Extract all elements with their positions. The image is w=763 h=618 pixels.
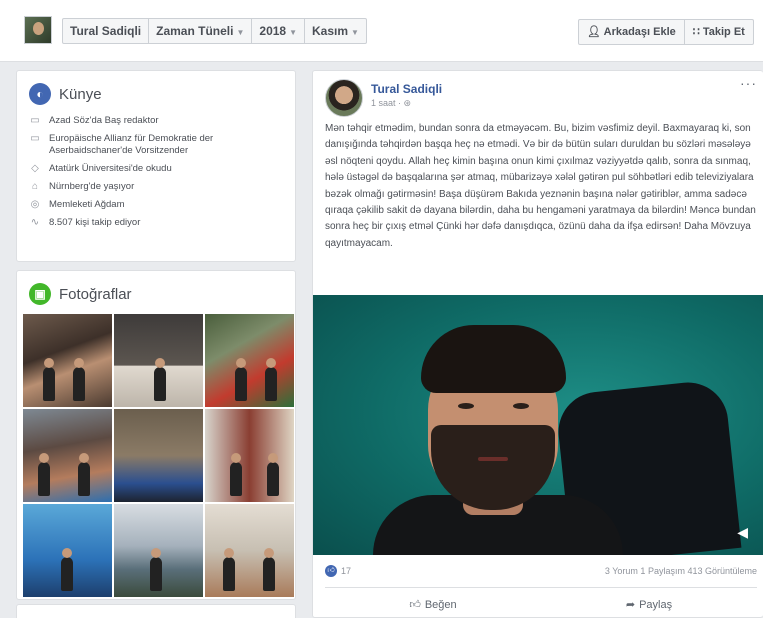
like-button[interactable]: 👍︎ Beğen — [325, 595, 541, 615]
intro-item: ⌂ Nürnberg'de yaşıyor — [29, 181, 283, 193]
intro-item: ∿ 8.507 kişi takip ediyor — [29, 217, 283, 229]
post-author-name[interactable]: Tural Sadiqli — [371, 82, 442, 96]
breadcrumb-profile-name[interactable]: Tural Sadiqli — [63, 19, 150, 43]
engagement-stats[interactable]: 3 Yorum 1 Paylaşım 413 Görüntüleme — [605, 566, 757, 576]
more-options-icon[interactable]: ··· — [740, 75, 757, 91]
intro-card: ◐ Künye ▭ Azad Söz'da Baş redaktor ▭ Europ… — [16, 70, 296, 262]
post-time-text: 1 saat — [371, 98, 396, 108]
timeline-breadcrumb: Tural Sadiqli Zaman Tüneli ▼ 2018 ▼ Kasım ▼ — [62, 18, 367, 44]
briefcase-icon: ▭ — [30, 133, 40, 144]
intro-item: ▭ Europäische Allianz für Demokratie der … — [29, 133, 283, 157]
globe-icon: ◐ — [29, 83, 51, 105]
intro-item-text[interactable]: Azad Söz'da Baş redaktor — [49, 115, 159, 127]
post-stats: 👍︎ 17 3 Yorum 1 Paylaşım 413 Görüntüleme — [325, 565, 757, 581]
intro-item-text[interactable]: 8.507 kişi takip ediyor — [49, 217, 140, 229]
photo-thumbnail[interactable] — [23, 314, 112, 407]
timeline-label: Zaman Tüneli — [156, 24, 234, 38]
share-button[interactable]: ➦ Paylaş — [541, 595, 757, 615]
add-person-icon: 👤︎ — [587, 26, 601, 38]
profile-topbar: Tural Sadiqli Zaman Tüneli ▼ 2018 ▼ Kasım ▼… — [0, 0, 763, 62]
photo-thumbnail[interactable] — [205, 314, 294, 407]
photo-thumbnail[interactable] — [205, 409, 294, 502]
photo-grid — [23, 314, 294, 597]
chevron-down-icon: ▼ — [236, 28, 245, 37]
intro-header: ◐ Künye — [17, 71, 295, 113]
like-label: Beğen — [424, 599, 457, 611]
add-friend-button[interactable]: 👤︎ Arkadaşı Ekle — [579, 20, 685, 44]
profile-actions: 👤︎ Arkadaşı Ekle ∷ Takip Et — [578, 19, 754, 45]
profile-avatar[interactable] — [24, 16, 52, 44]
add-friend-label: Arkadaşı Ekle — [603, 26, 676, 38]
post-body-text: Mən təhqir etmədim, bundan sonra da etmə… — [325, 123, 756, 249]
photo-thumbnail[interactable] — [23, 504, 112, 597]
timeline-dropdown[interactable]: Zaman Tüneli ▼ — [149, 19, 253, 43]
like-count[interactable]: 17 — [341, 566, 351, 576]
video-frame-mouth — [478, 457, 508, 461]
divider — [325, 587, 757, 588]
photo-thumbnail[interactable] — [23, 409, 112, 502]
chevron-down-icon: ▼ — [351, 28, 359, 37]
intro-item: ◇ Atatürk Üniversitesi'de okudu — [29, 163, 283, 175]
intro-item-text[interactable]: Atatürk Üniversitesi'de okudu — [49, 163, 172, 175]
timeline-post: Tural Sadiqli 1 saat · ⊛ ··· Mən təhqir … — [312, 70, 763, 618]
photo-thumbnail[interactable] — [114, 504, 203, 597]
video-frame-eye — [513, 403, 529, 409]
follow-label: Takip Et — [702, 26, 745, 38]
intro-title: Künye — [59, 85, 102, 103]
intro-item: ▭ Azad Söz'da Baş redaktor — [29, 115, 283, 127]
post-actions: 👍︎ Beğen ➦ Paylaş — [325, 595, 757, 615]
video-player[interactable]: ◀︎ — [313, 295, 763, 555]
photo-thumbnail[interactable] — [205, 504, 294, 597]
graduation-cap-icon: ◇ — [31, 163, 39, 174]
next-card-edge — [16, 604, 296, 618]
post-author-avatar[interactable] — [325, 79, 363, 117]
photo-thumbnail[interactable] — [114, 409, 203, 502]
photos-title[interactable]: Fotoğraflar — [59, 286, 132, 303]
briefcase-icon: ▭ — [30, 115, 40, 126]
intro-item-text[interactable]: Memleketi Ağdam — [49, 199, 125, 211]
intro-list: ▭ Azad Söz'da Baş redaktor ▭ Europäische A… — [17, 113, 295, 229]
photo-icon: ▣ — [29, 283, 51, 305]
intro-item-text[interactable]: Nürnberg'de yaşıyor — [49, 181, 134, 193]
location-pin-icon: ◎ — [30, 199, 40, 210]
year-label: 2018 — [259, 24, 287, 38]
share-icon: ➦ — [625, 599, 636, 611]
month-dropdown[interactable]: Kasım ▼ — [305, 19, 366, 43]
rss-icon: ∷ — [692, 26, 700, 38]
intro-item-text[interactable]: Europäische Allianz für Demokratie der A… — [49, 133, 283, 157]
like-reaction-icon[interactable]: 👍︎ — [325, 565, 337, 577]
globe-icon: ⊛ — [403, 98, 412, 108]
rss-icon: ∿ — [30, 217, 40, 228]
follow-button[interactable]: ∷ Takip Et — [685, 20, 753, 44]
photos-card: ▣ Fotoğraflar — [16, 270, 296, 600]
home-icon: ⌂ — [31, 181, 39, 192]
photos-header: ▣ Fotoğraflar — [17, 271, 295, 313]
month-label: Kasım — [312, 24, 349, 38]
video-frame-hair — [421, 325, 566, 393]
photo-thumbnail[interactable] — [114, 314, 203, 407]
chevron-down-icon: ▼ — [289, 28, 298, 37]
share-label: Paylaş — [639, 599, 673, 611]
thumbs-up-icon: 👍︎ — [409, 599, 421, 611]
intro-item: ◎ Memleketi Ağdam — [29, 199, 283, 211]
video-frame-eye — [458, 403, 474, 409]
year-dropdown[interactable]: 2018 ▼ — [252, 19, 306, 43]
post-timestamp[interactable]: 1 saat · ⊛ — [371, 98, 411, 109]
volume-icon[interactable]: ◀︎ — [737, 524, 748, 541]
